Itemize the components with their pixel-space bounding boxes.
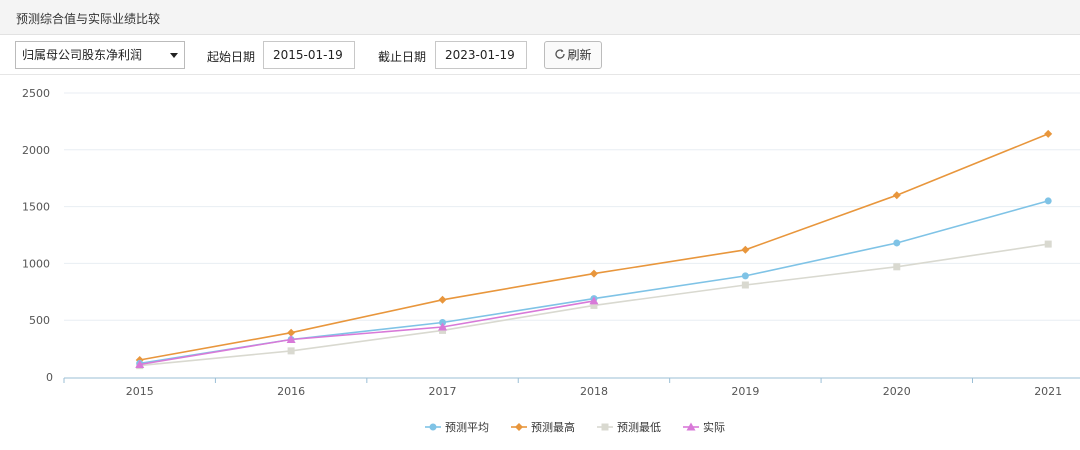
y-tick-label: 500 [29, 314, 50, 327]
start-date-label: 起始日期 [207, 50, 256, 64]
series-3 [135, 296, 599, 369]
data-point[interactable] [741, 281, 749, 289]
end-date-label: 截止日期 [378, 50, 427, 64]
data-point[interactable] [892, 191, 901, 200]
chevron-down-icon [170, 53, 178, 58]
toolbar: 归属母公司股东净利润 起始日期 2015-01-19 截止日期 2023-01-… [0, 35, 1080, 75]
data-point[interactable] [438, 295, 447, 304]
legend-label: 预测最低 [617, 421, 661, 434]
panel-title: 预测综合值与实际业绩比较 [16, 12, 161, 26]
end-date-input[interactable]: 2023-01-19 [435, 41, 527, 69]
series-line [139, 300, 595, 366]
legend-item[interactable]: 预测平均 [425, 421, 489, 434]
data-point[interactable] [741, 245, 750, 254]
data-point[interactable] [893, 263, 901, 271]
legend-label: 预测平均 [445, 421, 489, 434]
legend-item[interactable]: 实际 [683, 420, 725, 434]
series-1 [135, 129, 1053, 364]
chart-legend: 预测平均 预测最高 预测最低 实际 [425, 420, 725, 434]
x-tick-label: 2017 [429, 385, 457, 398]
data-point[interactable] [589, 269, 598, 278]
series-line [139, 200, 1049, 365]
data-point[interactable] [1044, 240, 1052, 248]
refresh-button[interactable]: 刷新 [544, 41, 602, 69]
x-tick-label: 2015 [126, 385, 154, 398]
chart-series [135, 129, 1053, 370]
y-tick-label: 0 [46, 371, 53, 384]
legend-label: 预测最高 [531, 420, 575, 434]
x-tick-label: 2016 [277, 385, 305, 398]
data-point[interactable] [893, 239, 901, 247]
data-point [429, 423, 437, 431]
legend-label: 实际 [703, 420, 725, 434]
chart-grid [64, 92, 1080, 321]
x-tick-label: 2020 [883, 385, 911, 398]
y-tick-label: 1500 [22, 201, 50, 214]
refresh-icon [554, 43, 566, 69]
chart-axes: 0 500 1000 1500 2000 2500 2015 2016 2017 2018 2019… [22, 87, 1080, 398]
metric-select[interactable]: 归属母公司股东净利润 [15, 41, 185, 69]
data-point[interactable] [1044, 197, 1052, 205]
series-line [139, 133, 1049, 361]
y-tick-label: 2500 [22, 87, 50, 100]
x-tick-label: 2019 [731, 385, 759, 398]
y-tick-label: 2000 [22, 144, 50, 157]
data-point [515, 423, 523, 431]
data-point[interactable] [741, 272, 749, 280]
line-chart: 0 500 1000 1500 2000 2500 2015 2016 2017 2018 2019… [22, 87, 1080, 434]
legend-item[interactable]: 预测最高 [511, 420, 575, 434]
legend-item[interactable]: 预测最低 [597, 421, 661, 434]
panel-header: 预测综合值与实际业绩比较 [0, 0, 1080, 35]
series-0 [136, 197, 1052, 367]
x-tick-label: 2018 [580, 385, 608, 398]
metric-select-value: 归属母公司股东净利润 [22, 48, 143, 62]
start-date-input[interactable]: 2015-01-19 [263, 41, 355, 69]
refresh-label: 刷新 [567, 48, 592, 62]
series-2 [136, 240, 1052, 370]
y-tick-label: 1000 [22, 257, 50, 270]
x-tick-label: 2021 [1034, 385, 1062, 398]
data-point[interactable] [1044, 129, 1053, 138]
data-point [601, 423, 609, 431]
data-point[interactable] [287, 347, 295, 355]
